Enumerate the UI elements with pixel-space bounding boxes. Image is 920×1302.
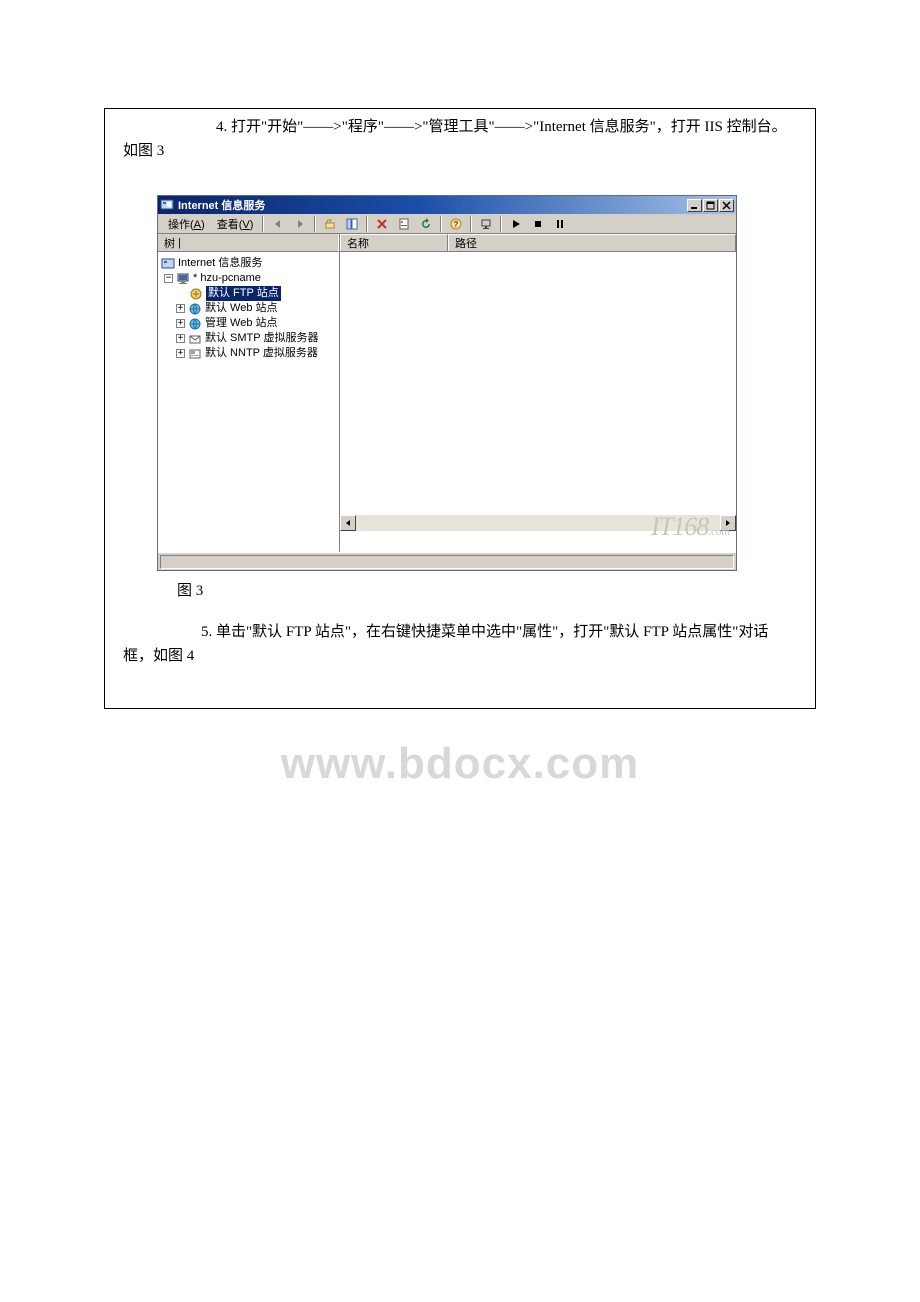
tree-host[interactable]: − * hzu-pcname	[160, 271, 337, 286]
tree-smtp[interactable]: + 默认 SMTP 虚拟服务器	[160, 331, 337, 346]
list-header: 名称 路径	[340, 234, 736, 252]
toolbar-separator	[470, 216, 472, 232]
iis-window: Internet 信息服务 操作(A) 查看(V)	[157, 195, 737, 571]
up-button[interactable]	[320, 214, 340, 234]
properties-button[interactable]	[394, 214, 414, 234]
minimize-button[interactable]	[687, 199, 702, 212]
connect-button[interactable]	[476, 214, 496, 234]
toolbar-separator	[440, 216, 442, 232]
forward-button[interactable]	[290, 214, 310, 234]
tree-ftp-label: 默认 FTP 站点	[206, 286, 281, 301]
tree-pane: 树 | Internet 信息服务 − * hzu-pcname	[158, 234, 340, 552]
list-body	[340, 252, 736, 531]
toolbar-separator	[500, 216, 502, 232]
step-5-content: 5. 单击"默认 FTP 站点"，在右键快捷菜单中选中"属性"，打开"默认 FT…	[123, 624, 768, 664]
step-5-text: 5. 单击"默认 FTP 站点"，在右键快捷菜单中选中"属性"，打开"默认 FT…	[105, 620, 815, 668]
toolbar-separator	[366, 216, 368, 232]
scroll-track[interactable]	[356, 515, 720, 531]
tree-web-site[interactable]: + 默认 Web 站点	[160, 301, 337, 316]
svg-text:?: ?	[454, 220, 459, 229]
horizontal-scrollbar[interactable]	[340, 515, 736, 531]
show-hide-tree-button[interactable]	[342, 214, 362, 234]
window-buttons	[687, 199, 734, 212]
iis-icon	[161, 257, 175, 271]
tree-admin-site[interactable]: + 管理 Web 站点	[160, 316, 337, 331]
status-cell	[160, 555, 734, 569]
content-panes: 树 | Internet 信息服务 − * hzu-pcname	[158, 234, 736, 552]
stop-button[interactable]	[528, 214, 548, 234]
expander-icon[interactable]: +	[176, 349, 185, 358]
list-pane: 名称 路径	[340, 234, 736, 552]
tree-header: 树 |	[158, 234, 339, 252]
help-button[interactable]: ?	[446, 214, 466, 234]
scroll-left-button[interactable]	[340, 515, 356, 531]
news-server-icon	[188, 347, 202, 361]
close-button[interactable]	[719, 199, 734, 212]
refresh-button[interactable]	[416, 214, 436, 234]
tree-ftp-site[interactable]: 默认 FTP 站点	[160, 286, 337, 301]
computer-icon	[176, 272, 190, 286]
maximize-button[interactable]	[703, 199, 718, 212]
menubar: 操作(A) 查看(V) ?	[158, 214, 736, 234]
app-icon	[160, 198, 174, 212]
delete-button[interactable]	[372, 214, 392, 234]
tree-nntp[interactable]: + 默认 NNTP 虚拟服务器	[160, 346, 337, 361]
figure-3-label: 图 3	[105, 571, 203, 606]
web-site-icon	[188, 317, 202, 331]
menu-action[interactable]: 操作(A)	[162, 214, 211, 234]
column-path[interactable]: 路径	[448, 234, 736, 251]
step-4-text: 4. 打开"开始"——>"程序"——>"管理工具"——>"Internet 信息…	[105, 115, 815, 163]
statusbar	[158, 552, 736, 570]
mail-server-icon	[188, 332, 202, 346]
column-name[interactable]: 名称	[340, 234, 448, 251]
web-site-icon	[188, 302, 202, 316]
screenshot-figure-3: Internet 信息服务 操作(A) 查看(V)	[157, 195, 737, 571]
page-frame: 4. 打开"开始"——>"程序"——>"管理工具"——>"Internet 信息…	[104, 108, 816, 709]
toolbar-separator	[262, 216, 264, 232]
toolbar-separator	[314, 216, 316, 232]
back-button[interactable]	[268, 214, 288, 234]
play-button[interactable]	[506, 214, 526, 234]
tree-body: Internet 信息服务 − * hzu-pcname 默认 FTP 站点	[158, 252, 339, 365]
step-4-content: 4. 打开"开始"——>"程序"——>"管理工具"——>"Internet 信息…	[123, 119, 787, 159]
expander-icon[interactable]: +	[176, 319, 185, 328]
expander-icon[interactable]: +	[176, 334, 185, 343]
pause-button[interactable]	[550, 214, 570, 234]
page-watermark: www.bdocx.com	[281, 739, 640, 789]
tree-root[interactable]: Internet 信息服务	[160, 256, 337, 271]
expander-icon[interactable]: +	[176, 304, 185, 313]
window-title: Internet 信息服务	[178, 197, 265, 213]
ftp-site-icon	[189, 287, 203, 301]
expander-icon[interactable]: −	[164, 274, 173, 283]
menu-view[interactable]: 查看(V)	[211, 214, 260, 234]
titlebar[interactable]: Internet 信息服务	[158, 196, 736, 214]
scroll-right-button[interactable]	[720, 515, 736, 531]
